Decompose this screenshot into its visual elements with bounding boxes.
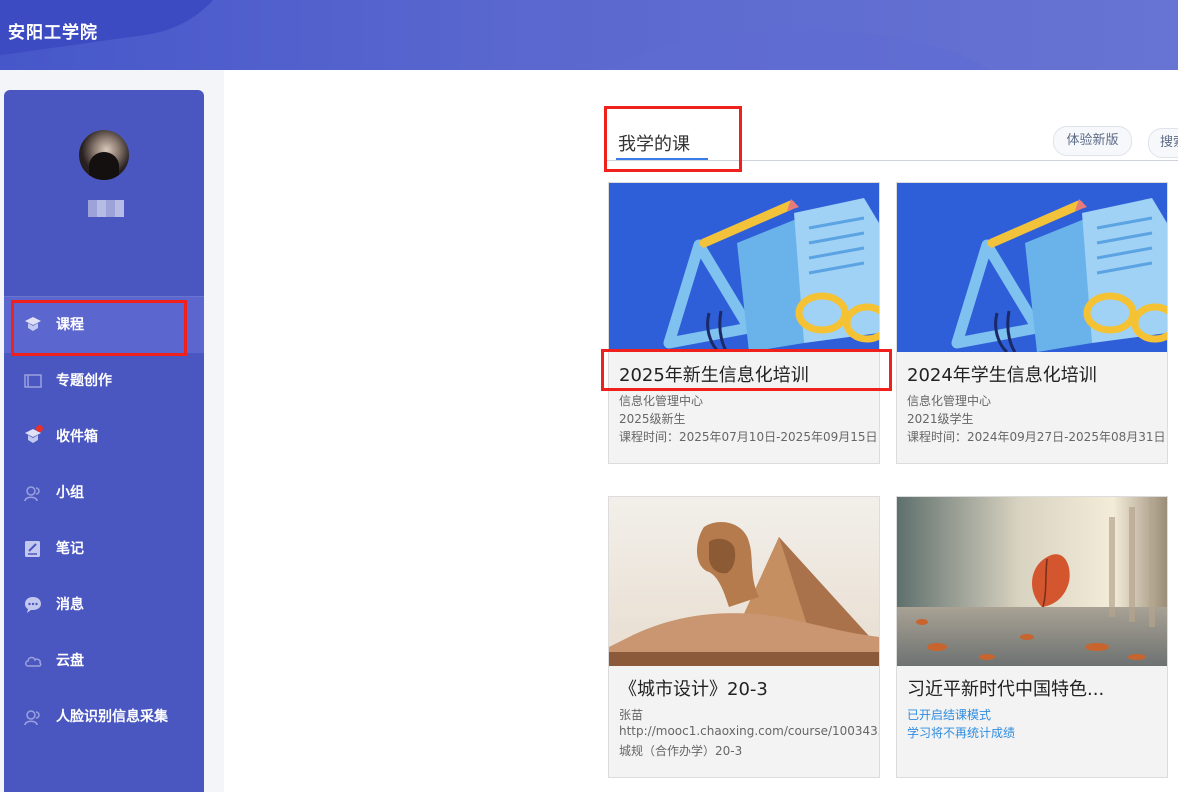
course-teacher: 信息化管理中心: [619, 394, 704, 408]
search-button[interactable]: 搜索: [1148, 128, 1178, 158]
course-teacher: 信息化管理中心: [907, 394, 992, 408]
course-time: 课程时间：2024年09月27日-2025年08月31日: [907, 430, 1166, 444]
sidebar-item-note[interactable]: 笔记: [4, 521, 204, 577]
header-decoration-2: [590, 30, 1010, 70]
course-class: 2021级学生: [907, 412, 974, 426]
course-cap-icon: [25, 317, 41, 331]
course-title[interactable]: 习近平新时代中国特色...: [907, 675, 1104, 701]
course-time: 课程时间：2025年07月10日-2025年09月15日: [619, 430, 878, 444]
sidebar-item-group[interactable]: 小组: [4, 465, 204, 521]
course-teacher: 张苗: [619, 708, 644, 722]
sidebar-item-inbox[interactable]: 收件箱: [4, 409, 204, 465]
course-class: 2025级新生: [619, 412, 686, 426]
face-recognition-icon: [24, 710, 40, 726]
course-status-note: 学习将不再统计成绩: [907, 726, 1016, 740]
school-name: 安阳工学院: [8, 23, 98, 43]
sidebar-item-cloud[interactable]: 云盘: [4, 633, 204, 689]
group-icon: [24, 486, 40, 502]
course-status: 已开启结课模式: [907, 708, 992, 722]
course-cover-image: [609, 497, 879, 666]
sidebar-item-topic-creation[interactable]: 专题创作: [4, 353, 204, 409]
username-blurred: [88, 200, 124, 217]
avatar[interactable]: [79, 130, 129, 180]
sidebar-item-face-recognition[interactable]: 人脸识别信息采集: [4, 689, 204, 745]
message-icon: [25, 597, 41, 613]
course-cover-image: [897, 497, 1167, 666]
course-cover-image: [609, 183, 879, 352]
course-card[interactable]: 2025年新生信息化培训 信息化管理中心 2025级新生 课程时间：2025年0…: [608, 182, 880, 464]
sidebar-item-label: 人脸识别信息采集: [56, 709, 168, 725]
title-rule: [606, 160, 1178, 161]
try-new-version-button[interactable]: 体验新版: [1053, 126, 1132, 156]
cloud-icon: [25, 656, 42, 667]
course-title[interactable]: 2024年学生信息化培训: [907, 361, 1097, 387]
sidebar-item-label: 收件箱: [56, 429, 98, 445]
sidebar-item-message[interactable]: 消息: [4, 577, 204, 633]
sidebar-item-course[interactable]: 课程: [4, 297, 204, 353]
course-card[interactable]: 2024年学生信息化培训 信息化管理中心 2021级学生 课程时间：2024年0…: [896, 182, 1168, 464]
page-title: 我学的课: [618, 134, 690, 155]
sidebar-item-label: 小组: [56, 485, 84, 501]
notification-dot: [36, 425, 43, 432]
course-cover-image: [897, 183, 1167, 352]
sidebar-item-label: 笔记: [56, 541, 84, 557]
course-class: 城规（合作办学）20-3: [619, 744, 743, 758]
course-title[interactable]: 《城市设计》20-3: [619, 675, 768, 701]
sidebar-item-label: 云盘: [56, 653, 84, 669]
note-icon: [25, 541, 40, 557]
course-link: http://mooc1.chaoxing.com/course/1003435…: [619, 724, 880, 738]
course-title[interactable]: 2025年新生信息化培训: [619, 361, 809, 387]
course-card[interactable]: 习近平新时代中国特色... 已开启结课模式 学习将不再统计成绩: [896, 496, 1168, 778]
sidebar: 课程 专题创作 收件箱 小组 笔记 消息 云盘 人脸识别信息采集: [4, 90, 204, 792]
top-header: 安阳工学院: [0, 0, 1178, 70]
course-card[interactable]: 《城市设计》20-3 张苗 http://mooc1.chaoxing.com/…: [608, 496, 880, 778]
sidebar-item-label: 专题创作: [56, 373, 112, 389]
sidebar-item-label: 课程: [56, 317, 84, 333]
topic-creation-icon: [24, 374, 42, 388]
sidebar-item-label: 消息: [56, 597, 84, 613]
